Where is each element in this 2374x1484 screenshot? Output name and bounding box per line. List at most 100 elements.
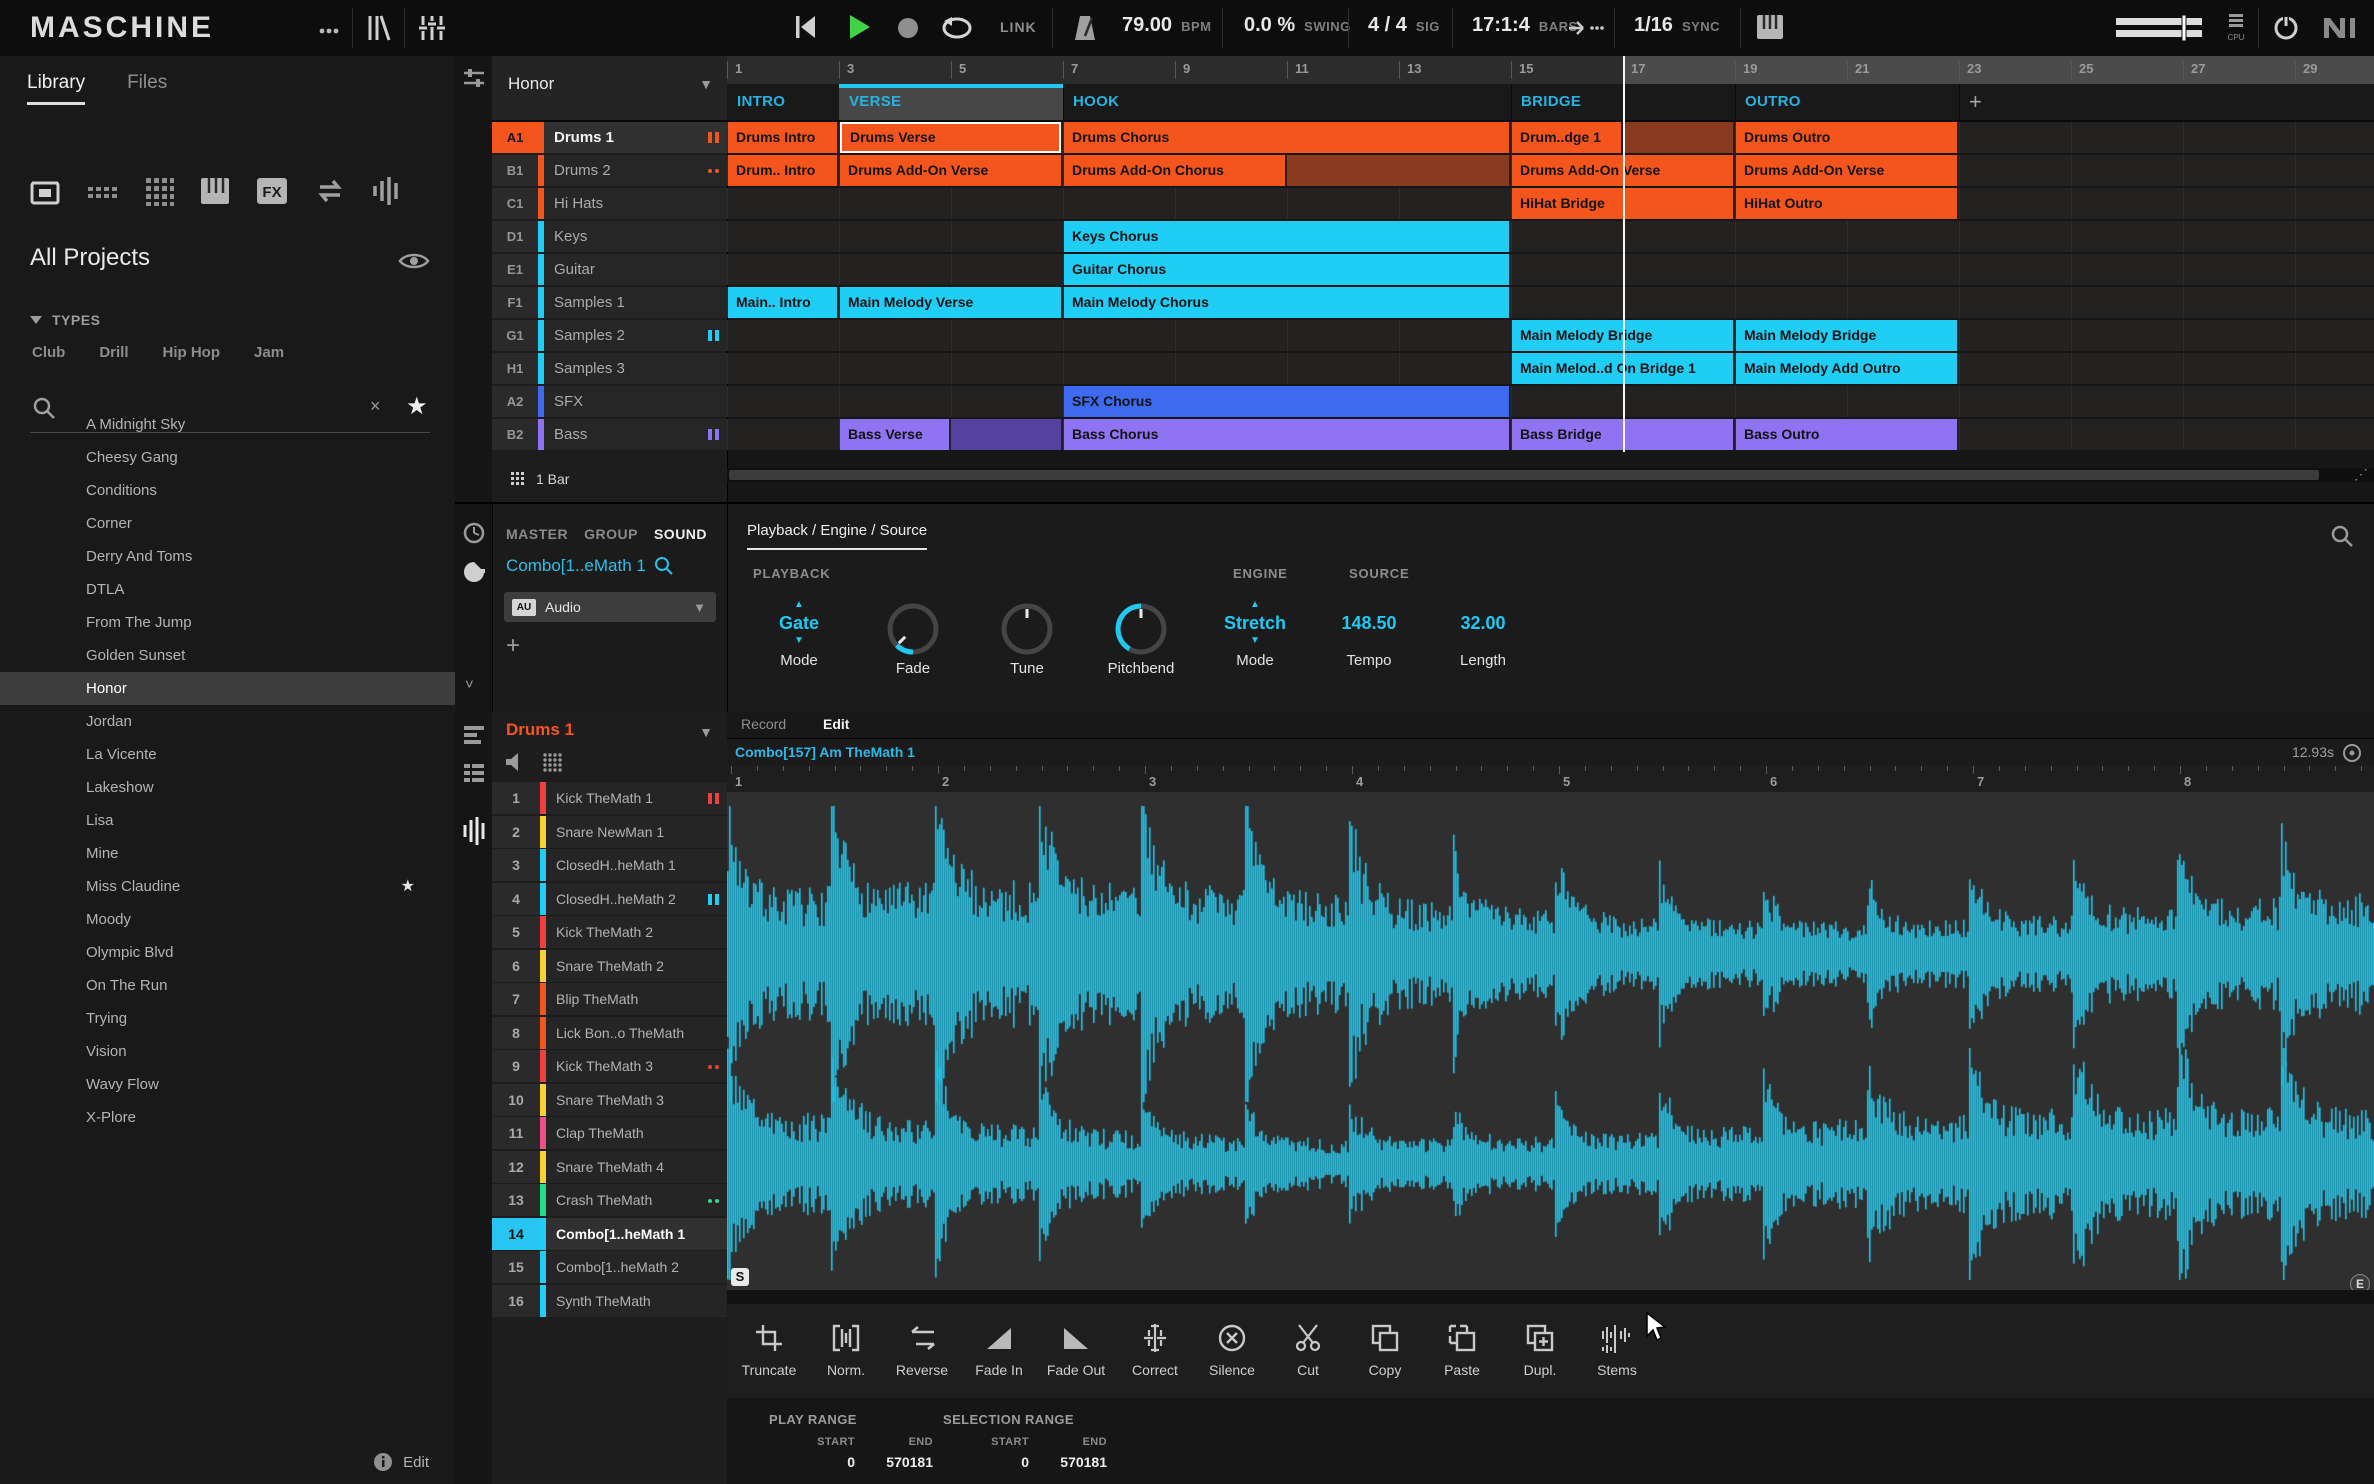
project-list-item[interactable]: La Vicente xyxy=(0,738,455,771)
arranger-timeline[interactable]: 1357911131517192123252729INTROVERSEHOOKB… xyxy=(727,56,2374,502)
project-list-item[interactable]: Trying xyxy=(0,1002,455,1035)
section-intro[interactable]: INTRO xyxy=(727,84,840,120)
pad-row[interactable]: 3ClosedH..heMath 1 xyxy=(492,849,727,881)
pad-row[interactable]: 6Snare TheMath 2 xyxy=(492,950,727,982)
project-list-item[interactable]: DTLA xyxy=(0,573,455,606)
pad-name[interactable]: Kick TheMath 1 xyxy=(556,782,706,814)
clip[interactable]: Bass Verse xyxy=(840,419,949,450)
pad-number[interactable]: 9 xyxy=(492,1050,541,1082)
clip[interactable]: Drums Add-On Chorus xyxy=(1064,155,1285,186)
timeline-row[interactable] xyxy=(727,254,2374,285)
clock-icon[interactable] xyxy=(463,522,485,549)
clip[interactable]: Guitar Chorus xyxy=(1064,254,1509,285)
pad-number[interactable]: 7 xyxy=(492,983,541,1015)
power-icon[interactable] xyxy=(2272,13,2300,46)
grid-resolution[interactable]: 1 Bar xyxy=(492,464,745,494)
tool-silence[interactable]: Silence xyxy=(1194,1318,1270,1378)
clip[interactable]: Main.. Intro xyxy=(728,287,837,318)
project-list-item[interactable]: Golden Sunset xyxy=(0,639,455,672)
keyboard-icon[interactable] xyxy=(1756,14,1784,45)
gate-mode-selector[interactable]: ▲ Gate ▼ Mode xyxy=(749,600,849,669)
group-row[interactable]: F1Samples 1 xyxy=(492,287,727,318)
project-list-item[interactable]: On The Run xyxy=(0,969,455,1002)
clip[interactable]: Drum..dge 1 xyxy=(1512,122,1621,153)
clip[interactable]: Keys Chorus xyxy=(1064,221,1509,252)
clip[interactable]: Main Melody Verse xyxy=(840,287,1061,318)
project-list-item[interactable]: Olympic Blvd xyxy=(0,936,455,969)
edit-label[interactable]: Edit xyxy=(403,1454,429,1471)
clip[interactable]: Drums Intro xyxy=(728,122,837,153)
stretch-mode-selector[interactable]: ▲ Stretch ▼ Mode xyxy=(1205,600,1305,669)
range-field-value[interactable]: 0 xyxy=(949,1454,1029,1470)
pad-row[interactable]: 4ClosedH..heMath 2 xyxy=(492,883,727,915)
gate-mode-value[interactable]: Gate xyxy=(749,610,849,636)
pad-name[interactable]: Crash TheMath xyxy=(556,1184,706,1216)
clip[interactable]: Drum.. Intro xyxy=(728,155,837,186)
projects-icon[interactable] xyxy=(30,177,60,210)
pad-name[interactable]: Blip TheMath xyxy=(556,983,706,1015)
types-header[interactable]: TYPES xyxy=(30,312,100,328)
group-badge[interactable]: A1 xyxy=(492,122,539,153)
tool-copy[interactable]: Copy xyxy=(1347,1318,1423,1378)
scene-header[interactable]: Honor ▼ xyxy=(492,56,727,122)
group-name[interactable]: Drums 2 xyxy=(554,155,611,186)
section-outro[interactable]: OUTRO xyxy=(1735,84,1960,120)
pad-row[interactable]: 12Snare TheMath 4 xyxy=(492,1151,727,1183)
tool-truncate[interactable]: Truncate xyxy=(731,1318,807,1378)
up-arrow-icon[interactable]: ▲ xyxy=(1205,600,1305,610)
group-badge[interactable]: C1 xyxy=(492,188,539,219)
group-row[interactable]: D1Keys xyxy=(492,221,727,252)
group-name[interactable]: Samples 1 xyxy=(554,287,625,318)
clip-loop-tail[interactable] xyxy=(1287,155,1509,186)
samples-icon[interactable] xyxy=(86,177,118,210)
pad-number[interactable]: 16 xyxy=(492,1285,541,1317)
pad-name[interactable]: Combo[1..heMath 2 xyxy=(556,1251,706,1283)
tune-knob[interactable]: Tune xyxy=(977,600,1077,677)
pad-number[interactable]: 1 xyxy=(492,782,541,814)
project-list-item[interactable]: Honor xyxy=(0,672,455,705)
grid-settings-icon[interactable] xyxy=(462,66,486,97)
group-name[interactable]: Samples 3 xyxy=(554,353,625,384)
pad-name[interactable]: Snare TheMath 4 xyxy=(556,1151,706,1183)
project-list-item[interactable]: Moody xyxy=(0,903,455,936)
collapse-chevron-icon[interactable]: ˅ xyxy=(465,676,474,693)
project-list-item[interactable]: A Midnight Sky xyxy=(0,408,455,441)
pad-name[interactable]: Snare TheMath 2 xyxy=(556,950,706,982)
master-volume-slider[interactable] xyxy=(2116,15,2208,46)
tool-stems[interactable]: Stems xyxy=(1579,1318,1655,1378)
pad-number[interactable]: 10 xyxy=(492,1084,541,1116)
selection-range-end[interactable]: END570181 xyxy=(1027,1436,1107,1470)
tool-cut[interactable]: Cut xyxy=(1270,1318,1346,1378)
pad-row[interactable]: 14Combo[1..heMath 1 xyxy=(492,1218,727,1250)
group-row[interactable]: C1Hi Hats xyxy=(492,188,727,219)
section-lane[interactable]: INTROVERSEHOOKBRIDGEOUTRO xyxy=(727,84,2374,122)
tool-paste[interactable]: Paste xyxy=(1424,1318,1500,1378)
swing-value[interactable]: 0.0 % xyxy=(1244,14,1295,37)
down-arrow-icon[interactable]: ▼ xyxy=(1205,636,1305,646)
type-tag[interactable]: Hip Hop xyxy=(163,344,221,361)
restart-icon[interactable] xyxy=(795,14,817,45)
pad-row[interactable]: 8Lick Bon..o TheMath xyxy=(492,1017,727,1049)
project-list-item[interactable]: Jordan xyxy=(0,705,455,738)
project-list-item[interactable]: Lisa xyxy=(0,804,455,837)
sound-name[interactable]: Combo[1..eMath 1 xyxy=(506,556,646,576)
tool-reverse[interactable]: Reverse xyxy=(884,1318,960,1378)
tab-master[interactable]: MASTER xyxy=(506,526,568,542)
type-tag[interactable]: Drill xyxy=(99,344,128,361)
speaker-icon[interactable] xyxy=(504,752,524,777)
swing-field[interactable]: 0.0 % SWING xyxy=(1244,14,1351,37)
tool-fadein[interactable]: Fade In xyxy=(961,1318,1037,1378)
group-row[interactable]: A1Drums 1 xyxy=(492,122,727,153)
tool-normalize[interactable]: Norm. xyxy=(808,1318,884,1378)
project-list-item[interactable]: X-Plore xyxy=(0,1101,455,1134)
scrollbar-handle[interactable] xyxy=(729,470,2319,480)
metronome-icon[interactable] xyxy=(1072,14,1098,47)
project-list-item[interactable]: Mine xyxy=(0,837,455,870)
playhead[interactable] xyxy=(1623,56,1625,452)
resize-grip-icon[interactable]: ⋰ xyxy=(2354,466,2368,483)
group-row[interactable]: B1Drums 2 xyxy=(492,155,727,186)
pad-name[interactable]: Synth TheMath xyxy=(556,1285,706,1317)
range-field-value[interactable]: 0 xyxy=(775,1454,855,1470)
clip[interactable]: Drums Add-On Verse xyxy=(840,155,1061,186)
pad-number[interactable]: 11 xyxy=(492,1117,541,1149)
